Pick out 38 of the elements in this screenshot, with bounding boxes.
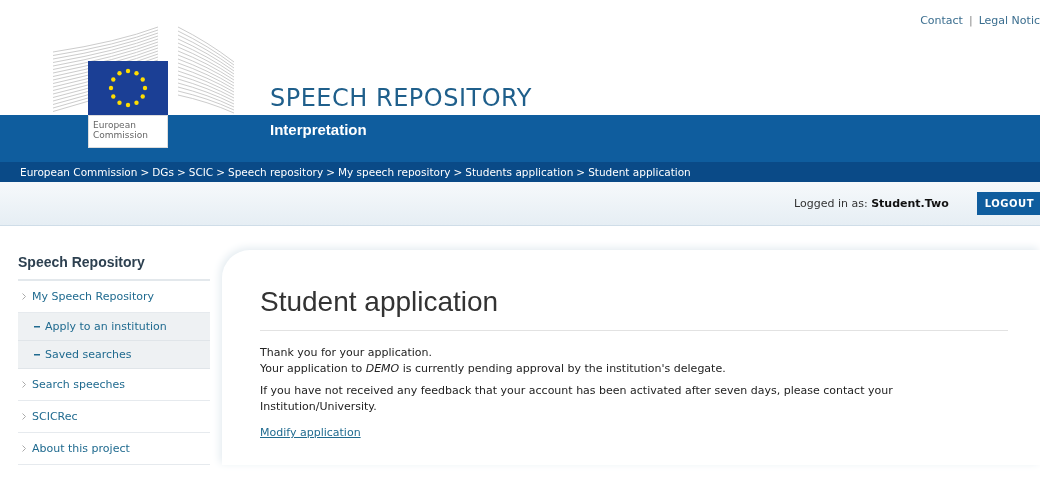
- breadcrumb-separator: >: [140, 166, 150, 178]
- eu-flag-icon: [88, 61, 168, 115]
- sidebar-subitem[interactable]: Saved searches: [18, 341, 210, 369]
- breadcrumb-link[interactable]: Speech repository: [228, 166, 324, 178]
- chevron-icon: [22, 293, 26, 300]
- breadcrumb-separator: >: [176, 166, 186, 178]
- breadcrumb-separator: >: [576, 166, 586, 178]
- breadcrumb-link[interactable]: Students application: [465, 166, 574, 178]
- breadcrumb-separator: >: [326, 166, 335, 178]
- logged-in-text: Logged in as: Student.Two: [794, 197, 949, 210]
- breadcrumb-link[interactable]: My speech repository: [337, 166, 451, 178]
- site-subtitle: Interpretation: [270, 121, 368, 138]
- message-text: Thank you for your application. Your application to DEMO is currently pending approval by the institution's delegate.: [260, 345, 727, 377]
- modify-application-link[interactable]: Modify application: [260, 426, 361, 439]
- message-text: If you have not received any feedback that your account has been activated after seven days, please contact your Institution/University.: [260, 383, 894, 415]
- sidebar-title: Speech Repository: [18, 246, 210, 281]
- breadcrumb-link[interactable]: DGs: [152, 166, 174, 178]
- breadcrumb-link[interactable]: Student application: [588, 166, 691, 178]
- site-title: SPEECH REPOSITORY: [270, 84, 532, 112]
- sidebar-item[interactable]: SCICRec: [18, 401, 210, 433]
- chevron-icon: [22, 445, 26, 452]
- breadcrumb-link[interactable]: European Commission: [20, 166, 138, 178]
- header-link[interactable]: Legal Notic: [978, 14, 1040, 27]
- chevron-icon: [22, 413, 26, 420]
- dash-icon: [34, 354, 40, 356]
- chevron-icon: [22, 381, 26, 388]
- breadcrumb-separator: >: [453, 166, 463, 178]
- page-title: Student application: [260, 286, 1008, 331]
- logo-caption: European Commission: [88, 115, 168, 148]
- logout-button[interactable]: LOGOUT: [976, 192, 1040, 215]
- breadcrumb-link[interactable]: SCIC: [188, 166, 214, 178]
- link-separator: |: [968, 14, 973, 27]
- breadcrumb-separator: >: [216, 166, 225, 178]
- sidebar-subitem[interactable]: Apply to an institution: [18, 313, 210, 341]
- sidebar-item[interactable]: Search speeches: [18, 369, 210, 401]
- header-link[interactable]: Contact: [920, 14, 963, 27]
- sidebar-item[interactable]: About this project: [18, 433, 210, 465]
- dash-icon: [34, 326, 40, 328]
